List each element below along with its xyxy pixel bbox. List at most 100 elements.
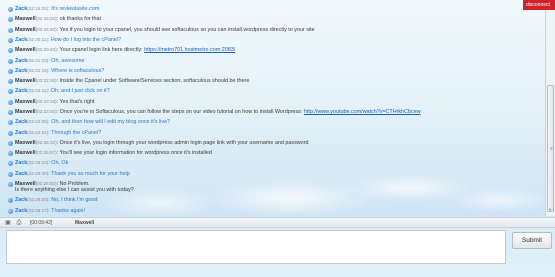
chat-timer: [00:09:42] [30, 219, 53, 226]
message-text: : Thanks again! [48, 207, 86, 214]
message-body: Zack(02:26:40): Thank you so much for yo… [15, 171, 130, 178]
message-avatar-icon [8, 151, 13, 157]
message-line: Zack(02:21:03): Oh, awesome [15, 58, 85, 65]
message-timestamp: (02:28:17) [27, 207, 49, 213]
message-body: Maxwell(02:22:48): Inside the Cpanel und… [15, 78, 249, 85]
scroll-down-icon[interactable]: ▼ [548, 207, 552, 212]
message-sender: Zack [15, 57, 28, 64]
message-timestamp: (02:23:50) [35, 108, 57, 114]
message-text: : Thank you so much for your help [48, 170, 130, 177]
message-line: Zack(02:23:11): Oh, and I just click on … [15, 88, 110, 95]
message-body: Maxwell(02:25:57): You'll see your login… [15, 150, 212, 157]
message-timestamp: (02:20:11) [27, 37, 48, 42]
message-line: Maxwell(02:23:18): Yes that's right [15, 99, 95, 106]
message-avatar-icon [8, 79, 13, 84]
disconnect-button[interactable]: disconnect [523, 0, 555, 10]
message-timestamp: (02:26:10) [27, 160, 49, 166]
message-avatar-icon [8, 130, 13, 136]
scroll-thumb[interactable]: ≡ [547, 85, 554, 212]
chat-message: Zack(02:23:11): Oh, and I just click on … [8, 88, 110, 95]
message-line: Maxwell(02:15:40): Yes if you login to y… [15, 27, 315, 34]
message-body: Maxwell(02:26:53): No Problem. Is there a… [15, 181, 134, 194]
message-sender: Zack [15, 160, 28, 167]
message-avatar-icon [8, 181, 13, 187]
message-text: Is there anything else I can assist you … [15, 187, 134, 194]
message-avatar-icon [8, 161, 13, 167]
chat-message: Zack(02:15:02): It's reviewlasite.com [8, 6, 99, 13]
message-line: Zack(02:20:11): How do I log into the cP… [15, 37, 121, 44]
message-sender: Zack [15, 67, 28, 74]
message-text: : Inside the Cpanel under Software/Servi… [56, 78, 250, 84]
message-line: Maxwell(02:20:40): Your cpanel login lin… [15, 47, 235, 54]
chat-message: Zack(02:28:17): Thanks again! [8, 208, 85, 215]
message-link[interactable]: http://www.youtube.com/watch?v=CTHrkhCbc… [304, 109, 421, 115]
message-avatar-icon [8, 38, 13, 43]
chat-message: Zack(02:26:40): Thank you so much for yo… [8, 171, 130, 178]
message-sender: Maxwell [15, 78, 36, 84]
message-line: Zack(02:22:15): Where is softaculous? [15, 68, 104, 75]
message-sender: Maxwell [15, 108, 36, 115]
message-sender: Zack [15, 129, 28, 136]
message-timestamp: (02:26:53) [35, 180, 57, 186]
submit-button[interactable]: Submit [512, 232, 552, 249]
chat-scrollbar[interactable]: ▲ ≡ ▼ [545, 0, 555, 216]
message-timestamp: (02:15:02) [27, 6, 49, 11]
message-timestamp: (02:20:40) [35, 47, 57, 53]
message-sender: Zack [15, 88, 28, 95]
message-line: Maxwell(02:23:50): Once you're in Softac… [15, 109, 421, 116]
message-avatar-icon [8, 140, 13, 146]
message-text: : Oh, and then how will I edit my blog o… [48, 119, 171, 126]
message-text: : How do I log into the cPanel? [47, 37, 122, 43]
message-line: Maxwell(02:15:03): ok thanks for that [15, 16, 101, 23]
message-body: Zack(02:23:11): Oh, and I just click on … [15, 88, 110, 95]
message-body: Zack(02:26:10): Oh, Ok [15, 160, 68, 167]
chat-message: Zack(02:24:05): Oh, and then how will I … [8, 119, 170, 126]
message-timestamp: (02:25:57) [35, 150, 57, 156]
chat-message: Maxwell(02:20:40): Your cpanel login lin… [8, 47, 235, 54]
message-body: Maxwell(02:15:40): Yes if you login to y… [15, 27, 315, 34]
chat-message: Maxwell(02:25:57): You'll see your login… [8, 150, 212, 157]
chat-message: Maxwell(02:23:50): Once you're in Softac… [8, 109, 421, 116]
message-timestamp: (02:22:15) [27, 67, 49, 73]
message-body: Zack(02:24:05): Oh, and then how will I … [15, 119, 170, 126]
message-avatar-icon [8, 89, 13, 95]
message-sender: Zack [15, 119, 28, 126]
chat-transcript: Zack(02:15:02): It's reviewlasite.com Max… [0, 0, 545, 216]
grip-icon: ≡ [550, 146, 553, 152]
message-timestamp: (02:15:03) [35, 16, 57, 22]
chat-message: Maxwell(02:25:32): Once it's live, you l… [8, 140, 308, 147]
message-text: : Your cpanel login link here directly: [56, 47, 145, 54]
message-body: Zack(02:21:03): Oh, awesome [15, 58, 85, 65]
message-line: Zack(02:26:10): Oh, Ok [15, 160, 68, 167]
chat-window-icon[interactable]: ▣ [4, 219, 12, 227]
message-sender: Maxwell [15, 26, 36, 33]
chat-message: Maxwell(02:26:53): No Problem. Is there a… [8, 181, 134, 194]
message-body: Maxwell(02:15:03): ok thanks for that [15, 16, 101, 23]
message-line: Zack(02:26:40): Thank you so much for yo… [15, 171, 130, 178]
message-link[interactable]: https://metro701.hostmetro.com:2083/ [144, 47, 235, 53]
message-body: Maxwell(02:23:50): Once you're in Softac… [15, 109, 421, 116]
message-body: Maxwell(02:23:18): Yes that's right [15, 99, 95, 106]
message-sender: Zack [15, 37, 28, 43]
message-line: Maxwell(02:25:57): You'll see your login… [15, 150, 212, 157]
message-avatar-icon [8, 7, 13, 12]
chat-message: Zack(02:28:00): No, I think I'm good [8, 197, 98, 204]
message-timestamp: (02:23:11) [27, 88, 48, 94]
chat-message: Maxwell(02:15:03): ok thanks for that [8, 16, 101, 23]
message-input[interactable] [7, 231, 505, 263]
message-avatar-icon [8, 109, 13, 115]
message-sender: Maxwell [15, 150, 36, 157]
message-input-box[interactable] [6, 230, 506, 264]
print-icon[interactable]: ⎙ [15, 219, 23, 227]
message-body: Zack(02:15:02): It's reviewlasite.com [15, 6, 99, 13]
message-body: Maxwell(02:25:32): Once it's live, you l… [15, 140, 308, 147]
chat-message: Zack(02:20:11): How do I log into the cP… [8, 37, 121, 44]
message-avatar-icon [8, 48, 13, 54]
message-text: : Oh, awesome [48, 57, 85, 64]
message-avatar-icon [8, 27, 13, 33]
chat-message: Zack(02:22:15): Where is softaculous? [8, 68, 104, 75]
message-body: Zack(02:24:52): Through the cPanel? [15, 130, 101, 137]
message-text: : Yes that's right [56, 98, 95, 105]
chat-message: Maxwell(02:15:40): Yes if you login to y… [8, 27, 315, 34]
message-sender: Maxwell [15, 180, 36, 187]
